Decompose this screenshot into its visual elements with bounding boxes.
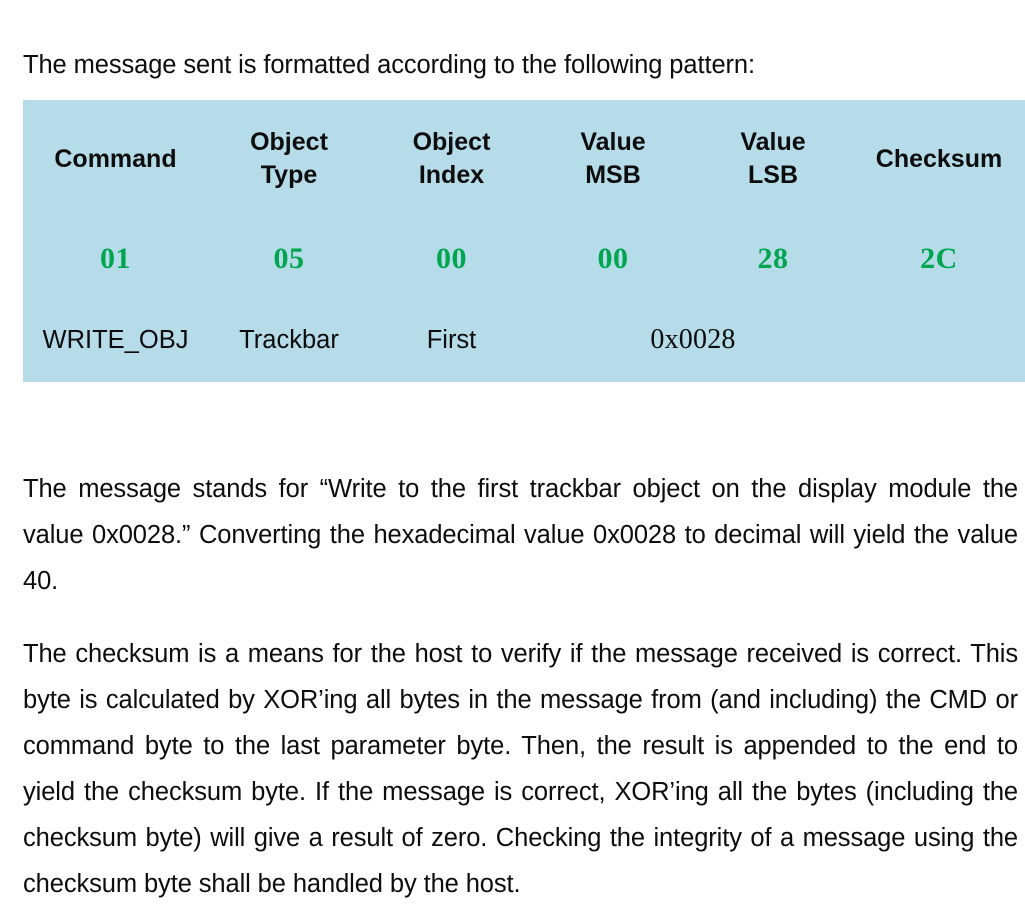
header-cell-value-lsb: Value LSB [693,100,853,220]
document-page: The message sent is formatted according … [0,0,1025,912]
header-object-index-line2: Index [418,161,485,189]
header-value-lsb-line2: LSB [748,161,798,189]
intro-paragraph: The message sent is formatted according … [23,50,755,79]
hex-byte-object-index: 00 [370,220,533,298]
header-object-type-line2: Type [260,161,318,189]
meaning-value: 0x0028 [533,298,853,382]
table-meaning-row: WRITE_OBJ Trackbar First 0x0028 [23,298,1025,382]
explanation-paragraph: The message stands for “Write to the fir… [23,474,1018,595]
header-cell-object-index: Object Index [370,100,533,220]
message-format-table: Command Object Type Object Index Value M… [23,100,1025,382]
table-hex-byte-row: 01 05 00 00 28 2C [23,220,1025,298]
header-cell-value-msb: Value MSB [533,100,693,220]
checksum-paragraph: The checksum is a means for the host to … [23,639,1018,898]
table-header-row: Command Object Type Object Index Value M… [23,100,1025,220]
header-command-line1: Command [54,144,177,173]
header-object-type-line1: Object [250,128,328,156]
meaning-object-type: Trackbar [208,298,370,382]
header-cell-command: Command [23,100,208,220]
header-checksum-line1: Checksum [875,144,1003,173]
header-cell-object-type: Object Type [208,100,370,220]
meaning-command: WRITE_OBJ [23,298,208,382]
meaning-object-index: First [370,298,533,382]
header-cell-checksum: Checksum [853,100,1025,220]
hex-byte-value-lsb: 28 [693,220,853,298]
header-value-msb-line1: Value [580,128,646,156]
meaning-checksum [853,298,1025,382]
hex-byte-object-type: 05 [208,220,370,298]
hex-byte-value-msb: 00 [533,220,693,298]
hex-byte-checksum: 2C [853,220,1025,298]
header-object-index-line1: Object [412,128,491,156]
header-value-lsb-line1: Value [740,128,806,156]
hex-byte-command: 01 [23,220,208,298]
header-value-msb-line2: MSB [585,161,641,189]
